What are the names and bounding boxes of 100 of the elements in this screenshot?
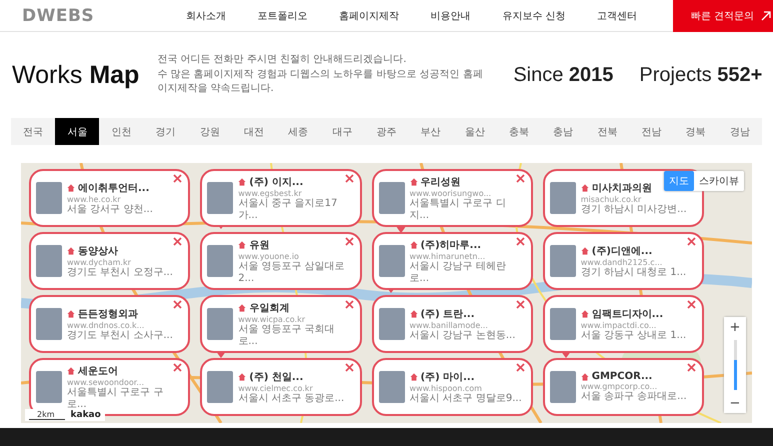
place-address: 경기 하남시 대청로 1... [580,266,688,278]
close-button[interactable] [344,174,354,183]
region-tab[interactable]: 세종 [276,118,320,145]
quote-button[interactable]: 빠른 견적문의 [673,0,773,32]
place-popup[interactable]: 든든정형외과 www.dndnos.co.k... 경기도 부천시 소사구... [29,295,190,353]
place-popup[interactable]: 동양상사 www.dycham.kr 경기도 부천시 오정구... [29,232,190,290]
region-tab[interactable]: 전북 [585,118,630,145]
photo-placeholder [207,371,234,403]
home-icon [580,184,589,192]
place-popup[interactable]: 우일회계 www.wicpa.co.kr 서울 영등포구 국회대로... [200,295,362,353]
close-button[interactable] [173,174,182,183]
region-tab[interactable]: 서울 [55,118,100,145]
place-address: 서울 강동구 상내로 1... [580,330,688,342]
intro-text: 전국 어디든 전화만 주시면 친절히 안내해드리겠습니다. 수 많은 홈페이지제작 경험과 디웹스의 노하우를 바탕으로 성공적인 홈페이지제작을 약속드립니다. [157,53,484,96]
nav-link[interactable]: 유지보수 신청 [502,8,566,22]
place-popup[interactable]: (주)히마루... www.himarunetn... 서울시 강남구 테헤란로... [372,232,533,290]
home-icon [67,310,75,318]
place-popup[interactable]: (주) 트란... www.banillamode... 서울시 강남구 논현동... [372,295,533,353]
photo-placeholder [36,182,62,214]
close-button[interactable] [173,237,182,246]
place-popup[interactable]: 유원 www.youone.io 서울 영등포구 삼일대로2... [200,232,362,290]
place-name: 우일회계 [249,302,290,315]
place-address: 서울시 중구 을지로17가... [238,198,338,221]
nav-link[interactable]: 비용안내 [430,8,471,22]
nav-link[interactable]: 홈페이지제작 [339,8,400,22]
place-name: 든든정형외과 [78,308,138,321]
photo-placeholder [207,245,234,277]
place-url: www.cielmec.co.kr [238,384,314,393]
place-url: www.wicpa.co.kr [238,315,306,324]
place-address: 서울특별시 구로구 구로... [67,387,164,410]
place-url: www.dandh2125.c... [580,258,664,267]
nav-link[interactable]: 포트폴리오 [257,8,308,22]
zoom-in-button[interactable]: + [724,317,746,337]
home-icon [238,178,246,186]
photo-placeholder [550,182,576,214]
since-year: Since 2015 [513,64,614,86]
place-popup[interactable]: 임팩트디자이... www.impactdi.co... 서울 강동구 상내로 1... [542,295,704,353]
close-button[interactable] [173,300,182,309]
photo-placeholder [36,245,62,277]
close-button[interactable] [516,300,525,309]
place-popup[interactable]: (주) 마이... www.hispoon.com 서울시 서초구 명달로9... [372,358,533,416]
region-tab[interactable]: 충북 [496,118,542,145]
region-tab[interactable]: 부산 [408,118,453,145]
region-tab[interactable]: 강원 [188,118,232,145]
map-view-tab[interactable]: 스카이뷰 [694,171,744,191]
region-tab[interactable]: 대구 [320,118,364,145]
place-popup[interactable]: 에이취투언터... www.he.co.kr 서울 강서구 양천... [29,169,190,227]
home-icon [238,304,246,312]
region-tab[interactable]: 인천 [99,118,144,145]
close-button[interactable] [687,237,696,246]
place-name: (주) 트란... [420,308,475,321]
home-icon [580,372,589,381]
place-name: 동양상사 [78,244,118,258]
region-tab[interactable]: 전남 [629,118,674,145]
region-tab[interactable]: 광주 [364,118,409,145]
close-button[interactable] [173,363,182,372]
close-button[interactable] [344,237,354,246]
home-icon [410,241,418,249]
place-popup[interactable]: (주)디앤에... www.dandh2125.c... 경기 하남시 대청로 1... [542,232,704,290]
region-tab[interactable]: 전국 [11,118,56,145]
region-tab[interactable]: 충남 [541,118,586,145]
place-name: (주) 이지... [249,176,304,189]
region-tab[interactable]: 대전 [232,118,276,145]
place-url: www.dndnos.co.k... [67,320,146,330]
place-popup[interactable]: GMPCOR... www.gmpcorp.co... 서울 송파구 송파대로... [542,358,704,416]
place-popup[interactable]: 우리성원 www.woorisungwo... 서울특별시 구로구 디지... [372,169,533,227]
close-button[interactable] [344,363,354,372]
region-tab[interactable]: 경북 [674,118,718,145]
region-tab[interactable]: 경남 [718,118,762,145]
place-url: www.gmpcorp.co... [580,382,658,392]
home-icon [67,184,75,192]
close-button[interactable] [687,363,696,372]
place-url: www.woorisungwo... [410,189,492,198]
place-address: 경기도 부천시 소사구... [67,330,174,342]
photo-placeholder [36,308,62,340]
place-popup[interactable]: (주) 천일... www.cielmec.co.kr 서울시 서초구 동광로... [200,358,362,416]
place-name: GMPCOR... [592,371,652,382]
place-popup[interactable]: (주) 이지... www.egsbest.kr 서울시 중구 을지로17가... [200,169,362,227]
page-title: Works Map [12,60,140,90]
zoom-out-button[interactable]: − [724,393,746,413]
place-name: 미사치과의원 [592,182,652,195]
place-name: (주) 마이... [420,370,475,384]
home-icon [410,372,418,381]
place-name: 우리성원 [420,176,460,189]
region-tab[interactable]: 울산 [452,118,497,145]
place-url: www.sewoondoor... [67,378,145,387]
close-button[interactable] [687,300,696,309]
photo-placeholder [378,182,404,214]
place-address: 경기 하남시 미사강변... [580,204,688,216]
close-button[interactable] [516,237,525,246]
place-address: 서울시 서초구 명달로9... [410,392,523,404]
close-button[interactable] [344,300,354,309]
nav-link[interactable]: 회사소개 [186,8,226,22]
region-tab[interactable]: 경기 [144,118,188,145]
zoom-slider[interactable] [734,340,736,390]
photo-placeholder [207,308,234,340]
close-button[interactable] [516,174,525,183]
place-name: 에이취투언터... [78,182,150,195]
nav-link[interactable]: 고객센터 [597,8,638,22]
close-button[interactable] [516,363,525,372]
